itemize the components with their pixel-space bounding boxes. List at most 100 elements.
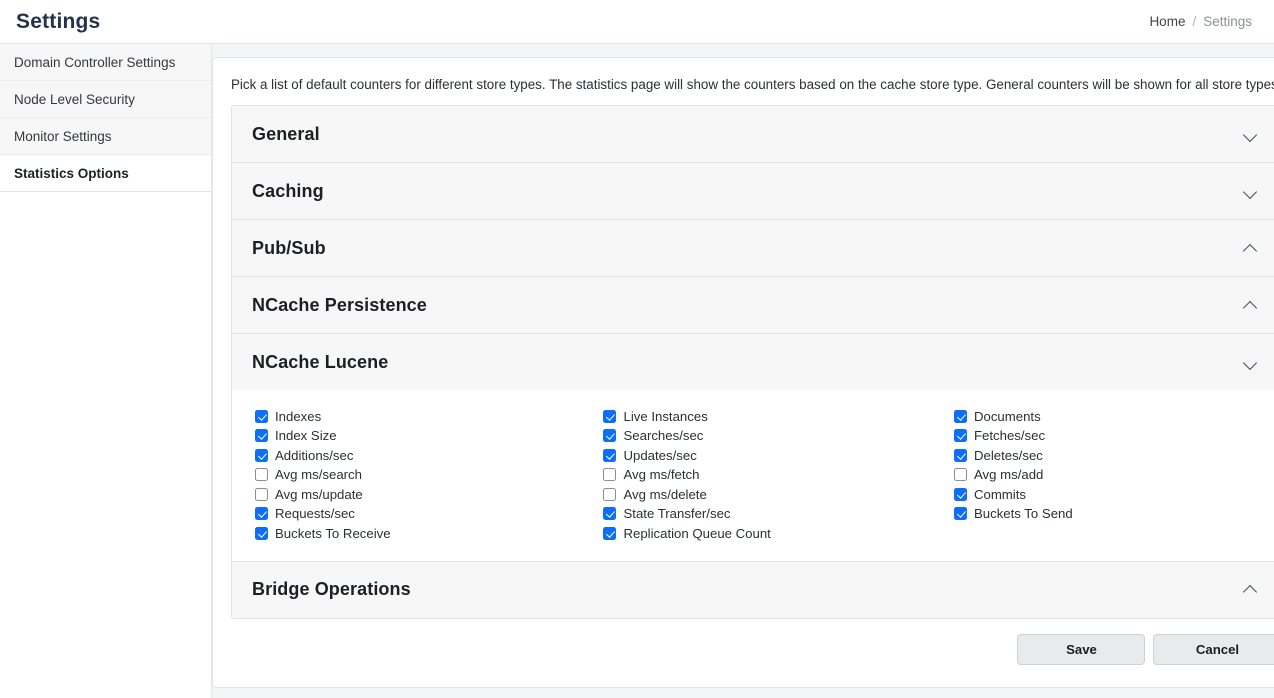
counter-label: Indexes — [275, 408, 322, 424]
counter-checkbox-row[interactable]: Updates/sec — [603, 445, 929, 465]
checkbox-checked-icon[interactable] — [953, 448, 967, 462]
checkbox-checked-icon[interactable] — [255, 448, 268, 462]
counter-label: Avg ms/search — [275, 467, 362, 483]
accordion-header-bridge-operations[interactable]: Bridge Operations — [232, 561, 1274, 618]
counter-checkbox-row[interactable]: Avg ms/search — [255, 465, 581, 485]
accordion-item: Pub/Sub — [232, 220, 1274, 278]
counter-checkbox-row[interactable]: Buckets To Receive — [255, 523, 581, 543]
checkbox-checked-icon[interactable] — [255, 409, 268, 423]
counter-label: Fetches/sec — [973, 428, 1046, 444]
accordion-title: NCache Persistence — [252, 294, 427, 315]
sidebar-item-monitor-settings[interactable]: Monitor Settings — [0, 118, 211, 155]
checkbox-checked-icon[interactable] — [953, 409, 967, 423]
counter-checkbox-row[interactable]: Avg ms/add — [953, 465, 1274, 485]
chevron-down-icon[interactable] — [1243, 127, 1258, 142]
counter-label: Avg ms/fetch — [623, 467, 700, 483]
page-body: Domain Controller Settings Node Level Sec… — [0, 44, 1274, 698]
accordion-item: Bridge Operations — [232, 561, 1274, 618]
checkbox-unchecked-icon[interactable] — [255, 468, 268, 482]
accordion-header-ncache-persistence[interactable]: NCache Persistence — [232, 277, 1274, 334]
counters-accordion: General Caching Pub/Sub NCache Persistence N… — [231, 105, 1274, 619]
counter-checkbox-row[interactable]: Replication Queue Count — [603, 523, 929, 543]
counter-checkbox-row[interactable]: Deletes/sec — [953, 445, 1274, 465]
counter-checkbox-row[interactable]: Index Size — [255, 426, 581, 446]
counter-checkbox-row[interactable]: Buckets To Send — [953, 504, 1274, 524]
page-title: Settings — [16, 9, 101, 33]
checkbox-checked-icon[interactable] — [953, 507, 967, 521]
sidebar-item-statistics-options[interactable]: Statistics Options — [0, 155, 211, 192]
checkbox-checked-icon[interactable] — [953, 487, 967, 501]
counter-checkbox-row[interactable]: Live Instances — [603, 406, 929, 426]
chevron-down-icon[interactable] — [1243, 355, 1258, 370]
main-content-area: Pick a list of default counters for diff… — [212, 44, 1274, 698]
counter-checkbox-row[interactable]: Requests/sec — [255, 504, 581, 524]
chevron-down-icon[interactable] — [1243, 184, 1258, 199]
cancel-button[interactable]: Cancel — [1153, 634, 1274, 665]
counter-label: Avg ms/delete — [623, 486, 707, 502]
accordion-header-pub-sub[interactable]: Pub/Sub — [232, 220, 1274, 277]
counter-column: Documents Fetches/sec Deletes/sec Avg ms/ad… — [930, 406, 1274, 543]
checkbox-checked-icon[interactable] — [603, 409, 617, 423]
counter-checkbox-row[interactable]: Indexes — [255, 406, 581, 426]
chevron-up-icon[interactable] — [1243, 241, 1258, 256]
form-actions: Save Cancel — [1017, 634, 1274, 665]
accordion-title: General — [252, 123, 320, 144]
sidebar-item-node-level-security[interactable]: Node Level Security — [0, 81, 211, 118]
accordion-header-ncache-lucene[interactable]: NCache Lucene — [232, 334, 1274, 391]
counter-label: Additions/sec — [275, 447, 354, 463]
checkbox-unchecked-icon[interactable] — [953, 468, 967, 482]
top-header-bar: Settings Home / Settings — [0, 0, 1274, 44]
counter-checkbox-row[interactable]: Avg ms/update — [255, 484, 581, 504]
accordion-item: NCache Persistence — [232, 277, 1274, 335]
sidebar-item-label: Node Level Security — [14, 91, 135, 107]
sidebar-item-label: Statistics Options — [14, 165, 129, 181]
checkbox-checked-icon[interactable] — [603, 507, 617, 521]
checkbox-checked-icon[interactable] — [255, 507, 268, 521]
counter-checkbox-row[interactable]: Commits — [953, 484, 1274, 504]
save-button[interactable]: Save — [1017, 634, 1146, 665]
checkbox-unchecked-icon[interactable] — [255, 487, 268, 501]
settings-sidebar: Domain Controller Settings Node Level Sec… — [0, 44, 212, 698]
checkbox-checked-icon[interactable] — [603, 448, 617, 462]
accordion-title: Bridge Operations — [252, 579, 411, 600]
accordion-title: Pub/Sub — [252, 237, 326, 258]
sidebar-item-label: Domain Controller Settings — [14, 54, 176, 70]
counter-checkbox-row[interactable]: Searches/sec — [603, 426, 929, 446]
checkbox-checked-icon[interactable] — [603, 526, 617, 540]
accordion-title: NCache Lucene — [252, 351, 389, 372]
checkbox-unchecked-icon[interactable] — [603, 468, 617, 482]
accordion-item: General — [232, 106, 1274, 164]
breadcrumb-home-link[interactable]: Home — [1149, 14, 1185, 29]
chevron-up-icon[interactable] — [1243, 298, 1258, 313]
counter-label: Live Instances — [623, 408, 708, 424]
accordion-item: Caching — [232, 163, 1274, 221]
breadcrumb: Home / Settings — [1149, 14, 1252, 29]
checkbox-unchecked-icon[interactable] — [603, 487, 617, 501]
counter-column: Live Instances Searches/sec Updates/sec Avg… — [581, 406, 929, 543]
counter-column: Indexes Index Size Additions/sec Avg ms/sea… — [232, 406, 581, 543]
counter-label: Deletes/sec — [973, 447, 1043, 463]
counter-label: Documents — [973, 408, 1041, 424]
breadcrumb-separator: / — [1192, 14, 1197, 29]
counter-checkbox-row[interactable]: Fetches/sec — [953, 426, 1274, 446]
accordion-header-general[interactable]: General — [232, 106, 1274, 163]
counter-label: State Transfer/sec — [623, 506, 731, 522]
chevron-up-icon[interactable] — [1243, 582, 1258, 597]
counter-checkbox-row[interactable]: Avg ms/fetch — [603, 465, 929, 485]
counter-checkbox-row[interactable]: Documents — [953, 406, 1274, 426]
checkbox-checked-icon[interactable] — [255, 526, 268, 540]
checkbox-checked-icon[interactable] — [603, 429, 617, 443]
checkbox-checked-icon[interactable] — [255, 429, 268, 443]
counter-label: Requests/sec — [275, 506, 355, 522]
counter-checkbox-row[interactable]: State Transfer/sec — [603, 504, 929, 524]
counter-label: Updates/sec — [623, 447, 697, 463]
counter-checkbox-row[interactable]: Avg ms/delete — [603, 484, 929, 504]
statistics-options-panel: Pick a list of default counters for diff… — [212, 57, 1274, 688]
counter-label: Replication Queue Count — [623, 525, 771, 541]
accordion-title: Caching — [252, 180, 324, 201]
accordion-header-caching[interactable]: Caching — [232, 163, 1274, 220]
checkbox-checked-icon[interactable] — [953, 429, 967, 443]
sidebar-item-domain-controller-settings[interactable]: Domain Controller Settings — [0, 44, 211, 81]
counter-label: Buckets To Send — [973, 506, 1073, 522]
counter-checkbox-row[interactable]: Additions/sec — [255, 445, 581, 465]
